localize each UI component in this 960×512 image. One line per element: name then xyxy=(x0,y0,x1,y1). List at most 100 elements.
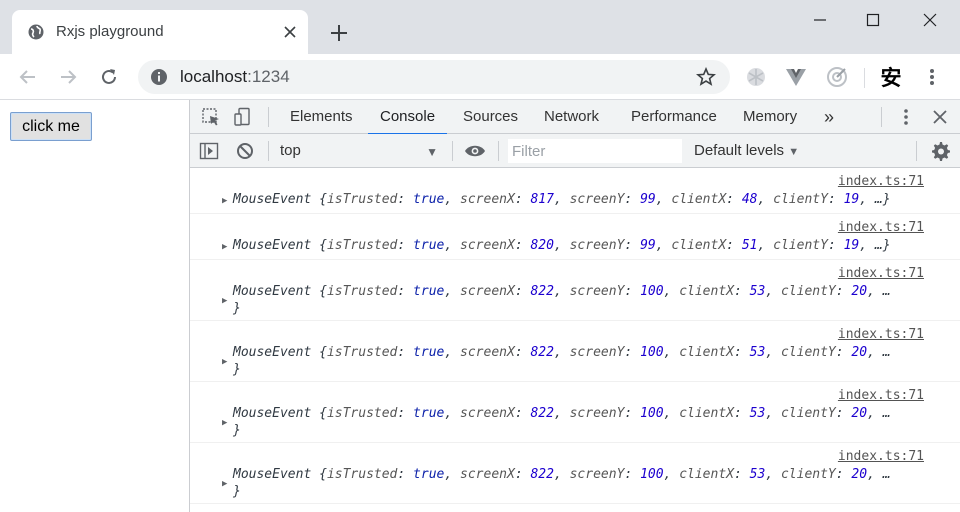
forward-arrow-icon[interactable] xyxy=(56,65,80,89)
inspect-element-icon[interactable] xyxy=(200,106,222,128)
extension-snowflake-icon[interactable] xyxy=(744,65,768,89)
prop-key: screenX xyxy=(460,284,515,299)
devtools-menu-icon[interactable] xyxy=(895,106,917,128)
prop-value: 100 xyxy=(640,406,664,421)
log-object-preview[interactable]: MouseEvent {isTrusted: true, screenX: 82… xyxy=(233,406,891,421)
console-message[interactable]: index.ts:71 ▶ MouseEvent {isTrusted: true,… xyxy=(190,382,960,443)
new-tab-icon[interactable] xyxy=(328,22,350,44)
close-devtools-icon[interactable] xyxy=(929,106,951,128)
prop-key: clientX xyxy=(671,192,727,207)
device-toolbar-icon[interactable] xyxy=(232,106,254,128)
expand-triangle-icon[interactable]: ▶ xyxy=(222,418,227,428)
url-host: localhost xyxy=(180,67,248,86)
console-message[interactable]: index.ts:71 ▶ MouseEvent {isTrusted: true,… xyxy=(190,214,960,260)
log-object-preview[interactable]: MouseEvent {isTrusted: true, screenX: 82… xyxy=(233,467,891,482)
truncation: , …} xyxy=(859,192,891,207)
source-link[interactable]: index.ts:71 xyxy=(838,174,924,189)
tab-network[interactable]: Network xyxy=(532,100,611,134)
tab-elements[interactable]: Elements xyxy=(278,100,365,134)
prop-key: isTrusted xyxy=(326,345,398,360)
maximize-icon[interactable] xyxy=(861,8,885,32)
url-port: :1234 xyxy=(247,67,290,86)
prop-value: 53 xyxy=(749,284,766,299)
extension-vue-icon[interactable] xyxy=(784,65,808,89)
console-message[interactable]: index.ts:71 ▶ MouseEvent {isTrusted: true,… xyxy=(190,168,960,214)
prop-value: 20 xyxy=(851,345,868,360)
prop-value: 100 xyxy=(640,284,664,299)
filterbar-divider-3 xyxy=(498,141,499,161)
log-object-preview[interactable]: MouseEvent {isTrusted: true, screenX: 82… xyxy=(233,284,891,299)
expand-triangle-icon[interactable]: ▶ xyxy=(222,479,227,489)
console-messages: index.ts:71 ▶ MouseEvent {isTrusted: true,… xyxy=(190,168,960,512)
extension-cjk-icon[interactable]: 安 xyxy=(879,65,903,90)
expand-triangle-icon[interactable]: ▶ xyxy=(222,357,227,367)
console-message[interactable]: index.ts:71 ▶ MouseEvent {isTrusted: true,… xyxy=(190,443,960,504)
prop-value: true xyxy=(413,192,445,207)
expand-triangle-icon[interactable]: ▶ xyxy=(222,296,227,306)
source-link[interactable]: index.ts:71 xyxy=(838,388,924,403)
tab-sources[interactable]: Sources xyxy=(451,100,530,134)
console-message[interactable]: index.ts:71 ▶ MouseEvent {isTrusted: true,… xyxy=(190,321,960,382)
prop-key: screenY xyxy=(569,284,625,299)
devtools-panel: Elements Console Sources Network Perform… xyxy=(190,100,960,512)
source-link[interactable]: index.ts:71 xyxy=(838,449,924,464)
globe-icon xyxy=(28,24,44,40)
expand-triangle-icon[interactable]: ▶ xyxy=(222,196,227,206)
reload-icon[interactable] xyxy=(97,65,121,89)
tabbar-divider xyxy=(268,107,269,127)
back-arrow-icon[interactable] xyxy=(16,65,40,89)
tab-console[interactable]: Console xyxy=(368,100,448,135)
truncation: , … xyxy=(867,406,891,421)
prop-value: true xyxy=(413,284,445,299)
truncation: , …} xyxy=(859,238,891,253)
source-link[interactable]: index.ts:71 xyxy=(838,266,924,281)
prop-value: 100 xyxy=(640,467,664,482)
extension-target-icon[interactable] xyxy=(825,65,849,89)
log-object-preview[interactable]: MouseEvent {isTrusted: true, screenX: 82… xyxy=(233,238,891,253)
log-levels-dropdown-icon: ▼ xyxy=(788,146,800,158)
click-me-button[interactable]: click me xyxy=(10,112,92,141)
clear-console-icon[interactable] xyxy=(234,140,256,162)
prop-key: clientX xyxy=(679,406,734,421)
source-link[interactable]: index.ts:71 xyxy=(838,327,924,342)
live-expression-eye-icon[interactable] xyxy=(464,140,486,162)
bookmark-star-icon[interactable] xyxy=(695,66,717,87)
object-class: MouseEvent xyxy=(233,192,312,207)
log-object-preview[interactable]: MouseEvent {isTrusted: true, screenX: 81… xyxy=(233,192,891,207)
prop-value: 48 xyxy=(741,192,758,207)
prop-key: clientX xyxy=(679,467,734,482)
prop-value: 822 xyxy=(530,284,554,299)
prop-key: clientY xyxy=(773,192,828,207)
prop-value: 53 xyxy=(749,406,766,421)
context-select[interactable]: top ▼ xyxy=(272,140,442,162)
truncation: , … xyxy=(867,345,891,360)
show-sidebar-icon[interactable] xyxy=(198,140,220,162)
prop-value: 19 xyxy=(843,238,860,253)
minimize-icon[interactable] xyxy=(808,8,832,32)
console-message[interactable]: index.ts:71 ▶ MouseEvent {isTrusted: true,… xyxy=(190,260,960,321)
prop-value: 20 xyxy=(851,284,868,299)
console-filter-input[interactable] xyxy=(508,139,682,163)
prop-value: 99 xyxy=(640,238,656,253)
tab-memory[interactable]: Memory xyxy=(731,100,809,134)
browser-titlebar: Rxjs playground xyxy=(0,0,960,54)
info-icon[interactable] xyxy=(150,68,168,86)
console-settings-gear-icon[interactable] xyxy=(929,140,951,162)
tab-performance[interactable]: Performance xyxy=(619,100,729,134)
context-dropdown-icon: ▼ xyxy=(426,145,438,159)
log-object-preview[interactable]: MouseEvent {isTrusted: true, screenX: 82… xyxy=(233,345,891,360)
prop-key: screenY xyxy=(569,192,625,207)
log-levels-select[interactable]: Default levels ▼ xyxy=(694,140,799,163)
source-link[interactable]: index.ts:71 xyxy=(838,220,924,235)
prop-key: screenY xyxy=(569,345,625,360)
close-window-icon[interactable] xyxy=(918,8,942,32)
prop-key: screenX xyxy=(460,345,515,360)
prop-value: 817 xyxy=(530,192,554,207)
prop-value: true xyxy=(413,345,445,360)
browser-tab[interactable]: Rxjs playground xyxy=(12,10,308,54)
close-tab-icon[interactable] xyxy=(280,22,300,42)
address-bar[interactable]: localhost:1234 xyxy=(138,60,730,94)
expand-triangle-icon[interactable]: ▶ xyxy=(222,242,227,252)
more-tabs-icon[interactable]: » xyxy=(812,100,846,134)
menu-kebab-icon[interactable] xyxy=(920,65,944,89)
